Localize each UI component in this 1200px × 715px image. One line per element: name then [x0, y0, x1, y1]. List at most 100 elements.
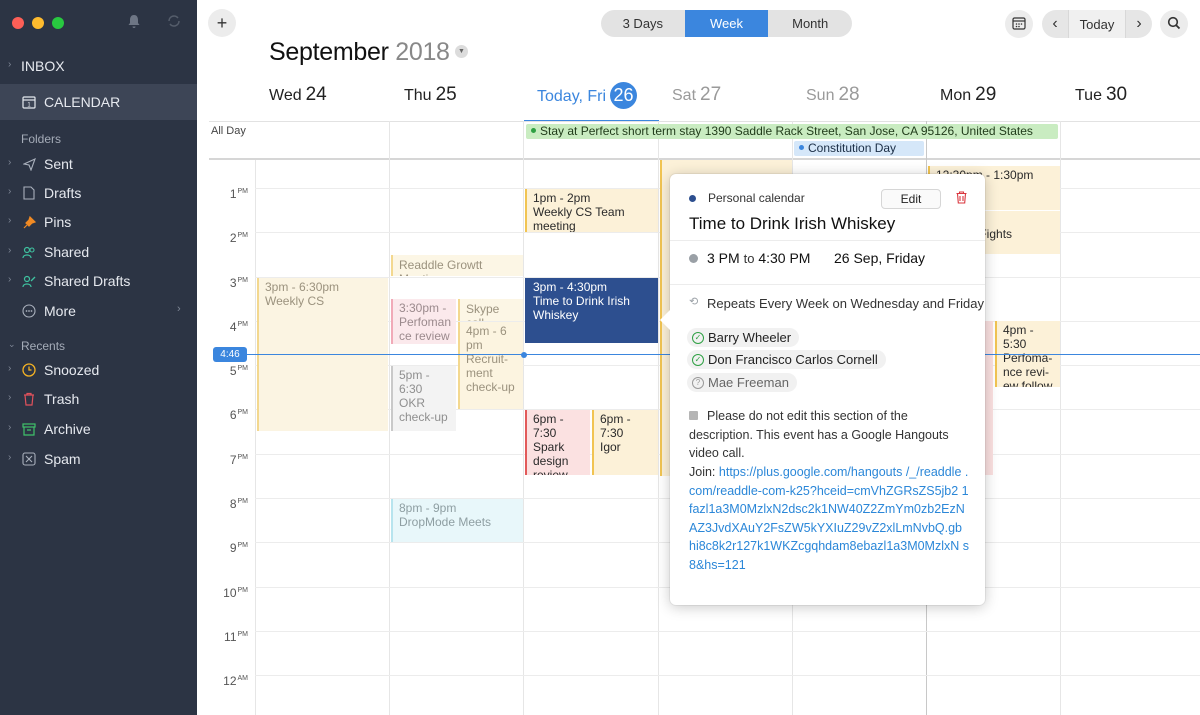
view-3-days-button[interactable]: 3 Days — [601, 10, 685, 37]
hour-label: 11PM — [224, 630, 248, 644]
sidebar-item-drafts[interactable]: › Drafts — [0, 179, 197, 207]
sidebar-item-snoozed[interactable]: › Snoozed — [0, 356, 197, 384]
calendar-color-dot — [689, 195, 696, 202]
sidebar-item-inbox[interactable]: › INBOX — [0, 52, 197, 80]
previous-week-button[interactable]: ‹ — [1042, 10, 1068, 38]
event-dropmode-meets[interactable]: 8pm - 9pm DropMode Meets — [391, 499, 523, 542]
chevron-right-icon: › — [8, 245, 12, 256]
mini-calendar-button[interactable] — [1005, 10, 1033, 38]
shared-drafts-icon — [21, 273, 37, 289]
calendar-grid-icon — [1012, 14, 1026, 35]
event-dot — [799, 145, 804, 150]
event-igor[interactable]: 6pm - 7:30 Igor — [592, 410, 658, 475]
trash-icon — [956, 191, 967, 207]
current-time-dot — [521, 352, 527, 358]
calendar-app: › INBOX 1 CALENDAR Folders › Sent › Draf… — [0, 0, 1200, 715]
event-perfomance-review[interactable]: 3:30pm - Perfoman ce review — [391, 299, 456, 344]
delete-event-button[interactable] — [956, 191, 967, 207]
hour-line — [255, 631, 1200, 632]
sidebar-item-trash[interactable]: › Trash — [0, 385, 197, 413]
all-day-label: All Day — [211, 125, 246, 137]
minimize-window-button[interactable] — [32, 17, 44, 29]
event-details-popover: Personal calendar Edit Time to Drink Iri… — [670, 174, 985, 605]
day-header-tue[interactable]: Tue 30 — [1075, 84, 1127, 106]
header-divider — [209, 121, 1200, 122]
chevron-right-icon: › — [8, 157, 12, 168]
sidebar-item-pins[interactable]: › Pins — [0, 208, 197, 236]
current-time-badge: 4:46 — [213, 347, 247, 362]
sidebar-item-shared[interactable]: › Shared — [0, 238, 197, 266]
event-recruitment-check-up[interactable]: 4pm - 6 pm Recruit- ment check-up — [458, 322, 523, 409]
attendee-chip[interactable]: ✓ Barry Wheeler — [687, 328, 800, 347]
sidebar-item-calendar[interactable]: 1 CALENDAR — [0, 84, 197, 120]
chevron-down-icon[interactable]: ▼ — [455, 45, 468, 58]
attendee-chip[interactable]: ? Mae Freeman — [687, 373, 797, 392]
clock-icon — [21, 362, 37, 378]
day-header-wed[interactable]: Wed 24 — [269, 84, 327, 106]
recents-heading: ⌄ Recents — [8, 339, 66, 353]
event-time-to-drink-irish-whiskey[interactable]: 3pm - 4:30pm Time to Drink Irish Whiskey — [525, 278, 658, 343]
day-header-sat[interactable]: Sat 27 — [672, 84, 721, 106]
hour-label: 8PM — [229, 497, 248, 511]
chevron-right-icon: › — [8, 186, 12, 197]
event-description: Please do not edit this section of the d… — [689, 409, 949, 460]
divider — [670, 284, 985, 285]
archive-icon — [21, 421, 37, 437]
document-icon — [21, 185, 37, 201]
all-day-event[interactable]: Constitution Day — [794, 141, 924, 156]
all-day-event[interactable]: Stay at Perfect short term stay 1390 Sad… — [526, 124, 1058, 139]
search-button[interactable] — [1160, 10, 1188, 38]
edit-event-button[interactable]: Edit — [881, 189, 941, 209]
hangouts-link[interactable]: https://plus.google.com/hangouts /_/read… — [689, 465, 969, 572]
hour-label: 1PM — [229, 187, 248, 201]
calendar-icon: 1 — [21, 94, 37, 110]
add-event-button[interactable]: + — [208, 9, 236, 37]
hour-label: 6PM — [229, 408, 248, 422]
day-header-thu[interactable]: Thu 25 — [404, 84, 457, 106]
day-header-today[interactable]: Today, Fri 26 — [537, 82, 638, 109]
event-skype-call[interactable]: Skype call — [458, 299, 523, 321]
sidebar-item-sent[interactable]: › Sent — [0, 150, 197, 178]
event-readdle-growtt-meeting[interactable]: Readdle Growtt Meeting — [391, 255, 523, 276]
event-time: 3 PM to 4:30 PM — [707, 250, 811, 266]
sidebar-item-spam[interactable]: › Spam — [0, 445, 197, 473]
accepted-icon: ✓ — [692, 331, 704, 344]
paper-plane-icon — [21, 156, 37, 172]
sync-icon[interactable] — [167, 14, 181, 32]
column-divider — [1060, 121, 1061, 715]
event-date: 26 Sep, Friday — [834, 250, 926, 266]
event-spark-design-review[interactable]: 6pm - 7:30 Spark design review — [525, 410, 590, 475]
next-week-button[interactable]: › — [1126, 10, 1152, 38]
chevron-right-icon: › — [8, 392, 12, 403]
accepted-icon: ✓ — [692, 353, 704, 366]
sidebar-item-archive[interactable]: › Archive — [0, 415, 197, 443]
chevron-right-icon: › — [8, 363, 12, 374]
pin-icon — [21, 214, 37, 230]
view-month-button[interactable]: Month — [768, 10, 852, 37]
event-okr-check-up[interactable]: 5pm - 6:30 OKR check-up — [391, 366, 456, 431]
chevron-left-icon: ‹ — [1052, 15, 1058, 32]
hangouts-join: Join: https://plus.google.com/hangouts /… — [689, 465, 969, 572]
event-repeat-rule: Repeats Every Week on Wednesday and Frid… — [707, 296, 984, 311]
hour-label: 12AM — [223, 674, 248, 688]
hour-label: 5PM — [229, 364, 248, 378]
month-title: September 2018 — [269, 38, 450, 66]
column-divider — [389, 121, 390, 715]
event-title: Time to Drink Irish Whiskey — [689, 214, 896, 233]
day-header-sun[interactable]: Sun 28 — [806, 84, 860, 106]
sidebar-item-shared-drafts[interactable]: › Shared Drafts — [0, 267, 197, 295]
bell-icon[interactable] — [127, 14, 141, 33]
today-button[interactable]: Today — [1068, 10, 1126, 38]
divider — [670, 240, 985, 241]
view-switcher: 3 Days Week Month — [601, 10, 852, 37]
folders-heading: Folders — [21, 132, 62, 146]
chevron-down-icon: ⌄ — [8, 339, 16, 349]
close-window-button[interactable] — [12, 17, 24, 29]
event-weekly-cs-team-meeting[interactable]: 1pm - 2pm Weekly CS Team meeting — [525, 189, 658, 232]
zoom-window-button[interactable] — [52, 17, 64, 29]
clock-icon — [689, 254, 698, 263]
attendee-chip[interactable]: ✓ Don Francisco Carlos Cornell — [687, 350, 886, 369]
day-header-mon[interactable]: Mon 29 — [940, 84, 996, 106]
view-week-button[interactable]: Week — [684, 10, 769, 37]
sidebar-item-more[interactable]: More › — [0, 297, 197, 325]
